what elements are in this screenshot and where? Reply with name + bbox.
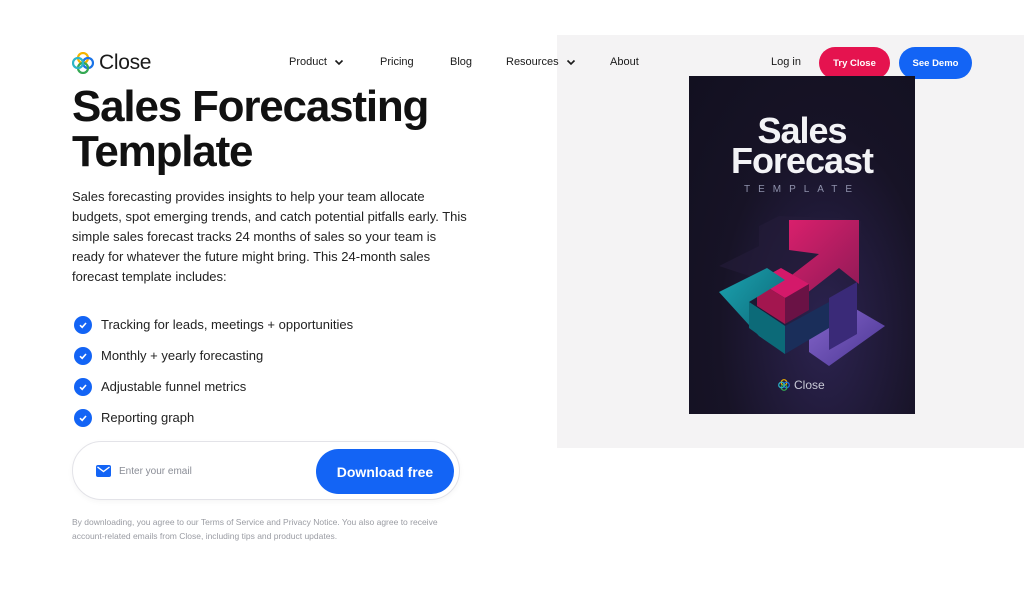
download-button[interactable]: Download free xyxy=(316,449,454,494)
email-form: Download free xyxy=(72,441,460,500)
feature-label: Reporting graph xyxy=(101,410,195,425)
login-link[interactable]: Log in xyxy=(771,56,801,68)
feature-item: Tracking for leads, meetings + opportuni… xyxy=(74,309,353,340)
description: Sales forecasting provides insights to h… xyxy=(72,189,467,284)
chevron-down-icon xyxy=(566,59,575,66)
check-circle-icon xyxy=(74,315,92,334)
feature-item: Monthly + yearly forecasting xyxy=(74,340,353,371)
disclaimer-text: By downloading, you agree to our Terms o… xyxy=(72,517,438,541)
nav-label: Product xyxy=(289,56,327,68)
check-circle-icon xyxy=(74,408,92,427)
feature-list: Tracking for leads, meetings + opportuni… xyxy=(74,309,353,433)
close-logo-icon xyxy=(72,52,94,74)
nav-label: Blog xyxy=(450,56,473,68)
cover-brand-text: Close xyxy=(794,378,825,392)
nav-resources[interactable]: Resources xyxy=(506,56,577,68)
nav-blog[interactable]: Blog xyxy=(450,56,472,68)
see-demo-button[interactable]: See Demo xyxy=(899,47,972,79)
cover-brand: Close xyxy=(778,378,825,392)
chevron-down-icon xyxy=(334,59,343,66)
feature-item: Adjustable funnel metrics xyxy=(74,371,353,402)
nav-label: Resources xyxy=(506,56,559,68)
close-logo-icon xyxy=(778,379,790,391)
nav-pricing[interactable]: Pricing xyxy=(380,56,414,68)
logo-text: Close xyxy=(99,51,152,74)
page-title: Sales Forecasting Template xyxy=(72,84,512,174)
email-input[interactable] xyxy=(119,459,309,483)
nav-label: About xyxy=(610,56,639,68)
title-line-1: Sales Forecasting xyxy=(72,82,429,131)
check-circle-icon xyxy=(74,377,92,396)
cover-arrow-graphic xyxy=(719,216,885,366)
nav-label: Pricing xyxy=(380,56,414,68)
close-logo[interactable]: Close xyxy=(72,51,152,75)
nav-about[interactable]: About xyxy=(610,56,639,68)
template-cover-image: Sales Forecast TEMPLATE Close xyxy=(689,76,915,414)
cover-subtitle: TEMPLATE xyxy=(743,184,861,195)
feature-label: Adjustable funnel metrics xyxy=(101,379,247,394)
title-line-2: Template xyxy=(72,127,254,176)
feature-item: Reporting graph xyxy=(74,402,353,433)
feature-label: Tracking for leads, meetings + opportuni… xyxy=(101,317,354,332)
check-circle-icon xyxy=(74,346,92,365)
try-close-button[interactable]: Try Close xyxy=(819,47,890,79)
nav-product[interactable]: Product xyxy=(289,56,345,68)
mail-icon xyxy=(96,465,111,477)
cover-title-line-2: Forecast xyxy=(730,140,874,181)
feature-label: Monthly + yearly forecasting xyxy=(101,348,264,363)
